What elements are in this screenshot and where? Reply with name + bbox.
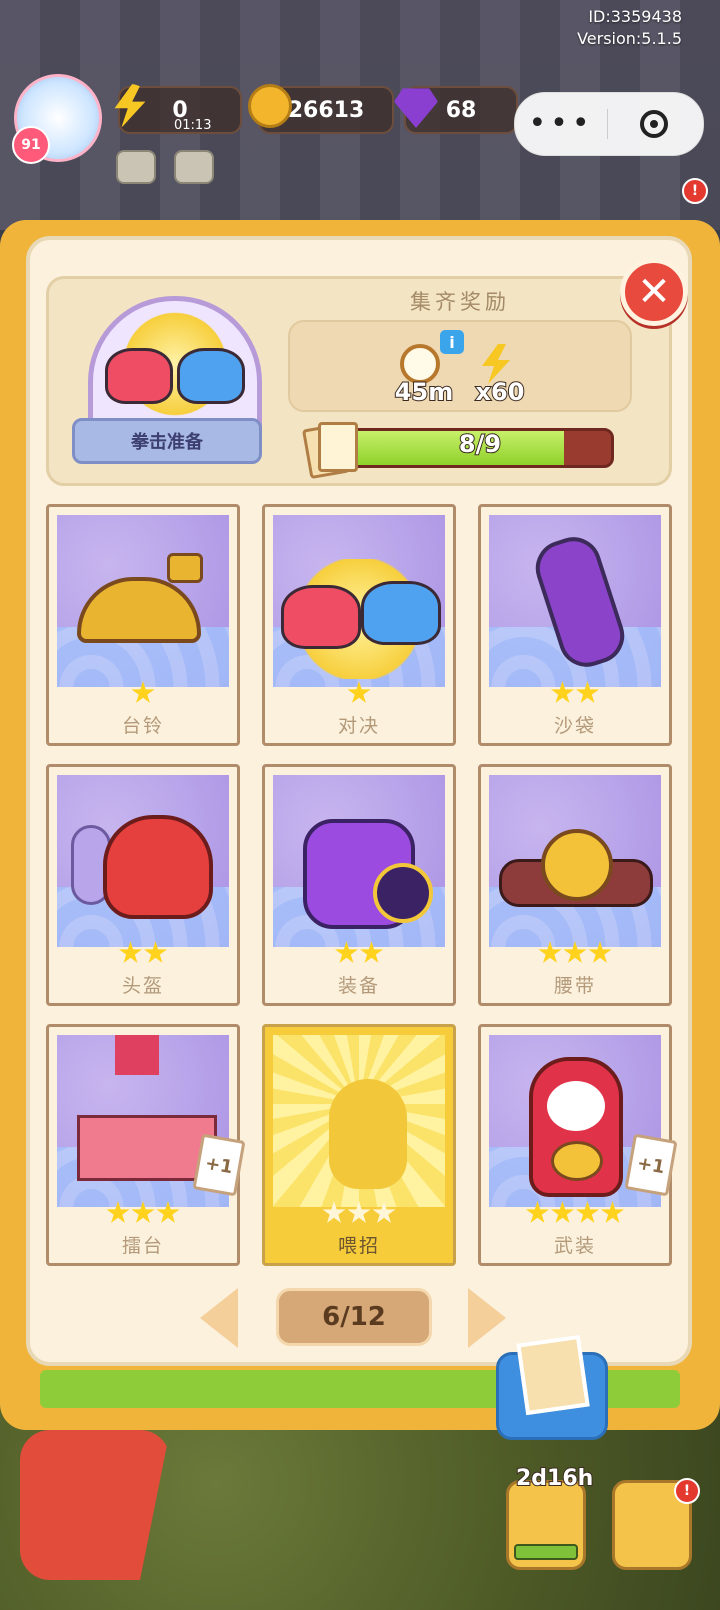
star-icon bbox=[550, 681, 575, 703]
card-name: 擂台 bbox=[121, 1235, 164, 1257]
star-icon bbox=[525, 1201, 550, 1223]
close-icon: ✕ bbox=[637, 269, 671, 315]
card-stars bbox=[481, 941, 669, 965]
star-icon bbox=[372, 1201, 396, 1223]
card-art bbox=[489, 775, 661, 947]
card-name: 对决 bbox=[337, 715, 380, 737]
card-stars bbox=[265, 941, 453, 965]
reward-energy-value: x60 bbox=[475, 377, 526, 407]
capsule-close-button[interactable] bbox=[608, 110, 700, 138]
album-card[interactable]: 台铃 bbox=[46, 504, 240, 746]
more-button[interactable]: ••• bbox=[515, 109, 607, 139]
reward-time: 45m bbox=[384, 344, 464, 407]
cards-icon bbox=[301, 422, 362, 480]
star-icon bbox=[347, 1201, 371, 1223]
card-art bbox=[489, 515, 661, 687]
settings-icon[interactable] bbox=[116, 150, 156, 184]
card-art bbox=[273, 775, 445, 947]
album-card[interactable]: 沙袋 bbox=[478, 504, 672, 746]
card-art bbox=[273, 515, 445, 687]
star-icon bbox=[550, 1201, 575, 1223]
version-label: Version:5.1.5 bbox=[577, 29, 682, 48]
gloves-icon bbox=[100, 348, 250, 408]
star-icon bbox=[538, 941, 562, 963]
gem-value: 68 bbox=[445, 97, 477, 123]
gem-counter[interactable]: 68 bbox=[394, 86, 518, 134]
level-badge: 91 bbox=[12, 126, 50, 164]
card-stars bbox=[49, 941, 237, 965]
star-icon bbox=[600, 1201, 625, 1223]
duplicate-count-tag: +1 bbox=[192, 1133, 246, 1197]
red-glove-icon bbox=[105, 348, 173, 404]
duplicate-count-tag: +1 bbox=[624, 1133, 678, 1197]
card-name: 武装 bbox=[553, 1235, 596, 1257]
star-icon bbox=[563, 941, 587, 963]
star-icon bbox=[156, 1201, 180, 1223]
card-name: 台铃 bbox=[121, 715, 164, 737]
card-stars bbox=[49, 1201, 237, 1225]
hud-icons bbox=[116, 150, 214, 184]
close-button[interactable]: ✕ bbox=[620, 258, 688, 326]
notification-badge: ! bbox=[674, 1478, 700, 1504]
reward-title: 集齐奖励 bbox=[410, 290, 510, 314]
photo-icon bbox=[516, 1334, 590, 1416]
coin-counter[interactable]: 26613 bbox=[248, 84, 394, 134]
event-progress-bar bbox=[514, 1544, 578, 1560]
star-icon bbox=[106, 1201, 130, 1223]
mail-icon[interactable] bbox=[174, 150, 214, 184]
album-collection-button[interactable] bbox=[496, 1334, 608, 1440]
star-icon bbox=[347, 681, 371, 703]
star-icon bbox=[131, 681, 155, 703]
system-info: ID:3359438 Version:5.1.5 bbox=[577, 6, 682, 50]
album-card[interactable]: 腰带 bbox=[478, 764, 672, 1006]
silhouette-icon bbox=[329, 1079, 407, 1189]
album-card[interactable]: 喂招 bbox=[262, 1024, 456, 1266]
card-stars bbox=[49, 681, 237, 705]
coin-icon bbox=[248, 84, 292, 128]
star-icon bbox=[334, 941, 359, 963]
card-art bbox=[57, 775, 229, 947]
collection-progress-label: 8/9 bbox=[458, 429, 502, 459]
album-card[interactable]: 装备 bbox=[262, 764, 456, 1006]
album-card[interactable]: 擂台 +1 bbox=[46, 1024, 246, 1266]
user-id-label: ID:3359438 bbox=[588, 7, 682, 26]
star-icon bbox=[575, 1201, 600, 1223]
album-card[interactable]: 头盔 bbox=[46, 764, 240, 1006]
miniprogram-capsule: ••• bbox=[514, 92, 704, 156]
card-name: 装备 bbox=[337, 975, 380, 997]
star-icon bbox=[322, 1201, 346, 1223]
star-icon bbox=[359, 941, 384, 963]
blue-glove-icon bbox=[177, 348, 245, 404]
card-art bbox=[273, 1035, 445, 1207]
notification-badge: ! bbox=[682, 178, 708, 204]
record-icon bbox=[640, 110, 668, 138]
reward-time-value: 45m bbox=[394, 377, 454, 407]
star-icon bbox=[118, 941, 143, 963]
coin-value: 26613 bbox=[287, 97, 365, 123]
star-icon bbox=[575, 681, 600, 703]
star-icon bbox=[143, 941, 168, 963]
card-art bbox=[57, 515, 229, 687]
energy-timer: 01:13 bbox=[174, 118, 212, 133]
card-name: 腰带 bbox=[553, 975, 596, 997]
album-card[interactable]: 武装 +1 bbox=[478, 1024, 678, 1266]
card-stars bbox=[265, 1201, 453, 1225]
reward-energy: x60 bbox=[460, 344, 540, 407]
set-name-ribbon: 拳击准备 bbox=[72, 418, 262, 464]
album-card[interactable]: 对决 bbox=[262, 504, 456, 746]
card-stars bbox=[481, 1201, 669, 1225]
star-icon bbox=[588, 941, 612, 963]
card-stars bbox=[265, 681, 453, 705]
card-name: 头盔 bbox=[121, 975, 164, 997]
event-timer: 2d16h bbox=[515, 1465, 594, 1492]
page-indicator: 6/12 bbox=[276, 1288, 432, 1346]
card-stars bbox=[481, 681, 669, 705]
card-name: 沙袋 bbox=[553, 715, 596, 737]
card-front-shape bbox=[318, 422, 358, 472]
star-icon bbox=[131, 1201, 155, 1223]
card-name: 喂招 bbox=[337, 1235, 380, 1257]
